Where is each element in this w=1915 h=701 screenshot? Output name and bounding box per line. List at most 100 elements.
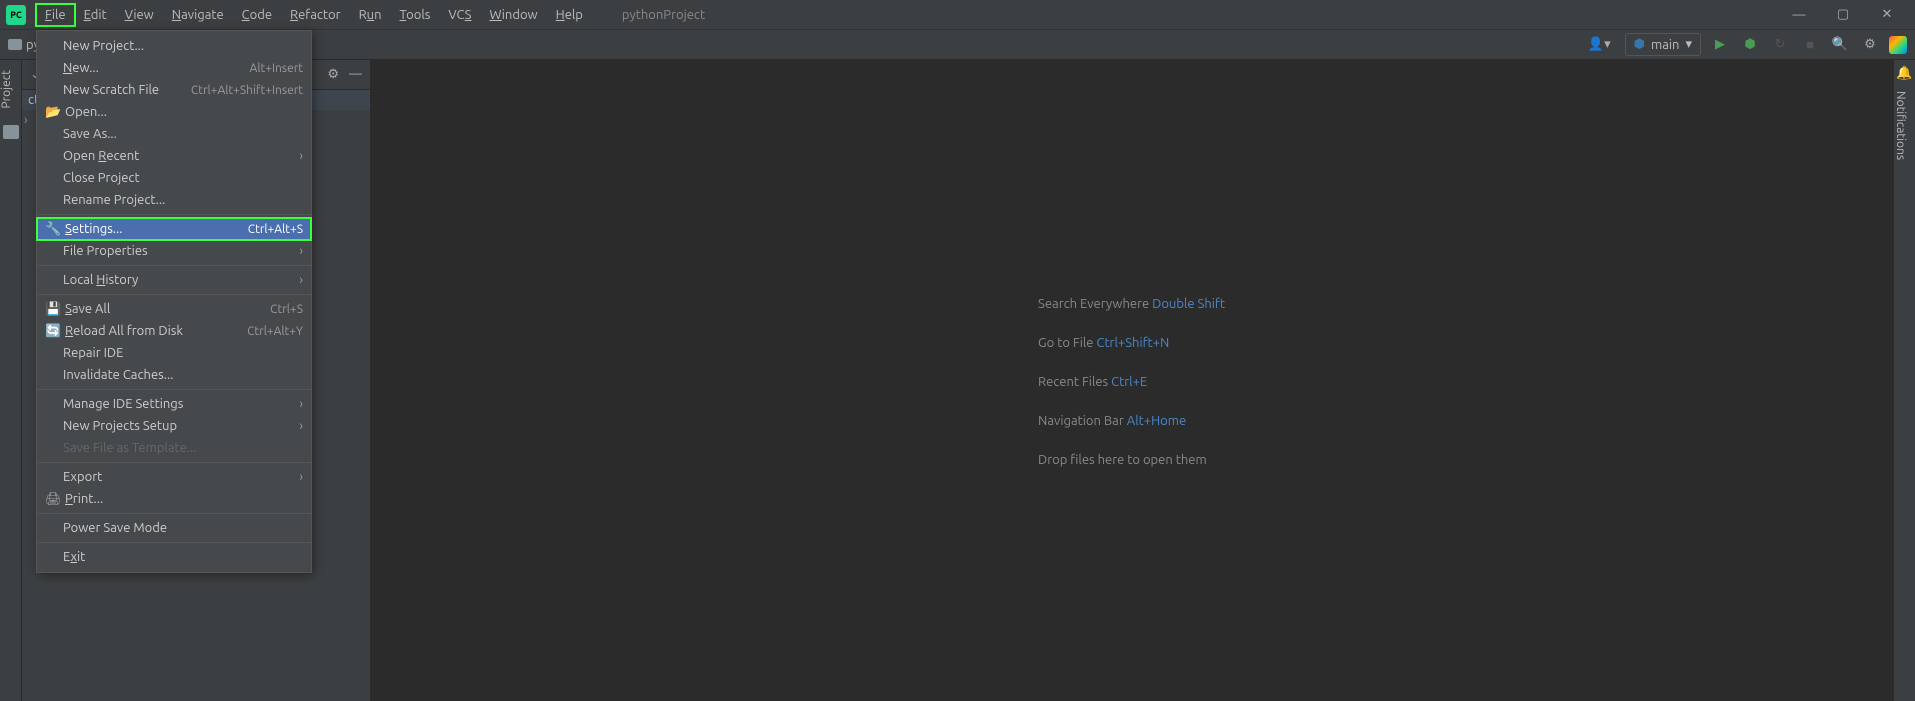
close-button[interactable]: ✕: [1879, 7, 1895, 23]
menu-edit[interactable]: Edit: [75, 4, 116, 26]
menu-item-label: Save As...: [63, 127, 303, 141]
menu-item-label: Close Project: [63, 171, 303, 185]
structure-tool-icon[interactable]: [3, 125, 19, 139]
wrench-icon: 🔧: [45, 222, 61, 237]
menu-item-open-recent[interactable]: Open Recent›: [37, 145, 311, 167]
run-configuration[interactable]: ⬢ main ▾: [1625, 33, 1701, 56]
window-controls: — ▢ ✕: [1791, 7, 1915, 23]
menu-item-reload-all-from-disk[interactable]: 🔄Reload All from DiskCtrl+Alt+Y: [37, 320, 311, 342]
menu-help[interactable]: Help: [547, 4, 592, 26]
menu-item-label: Repair IDE: [63, 346, 303, 360]
menu-item-save-file-as-template: Save File as Template...: [37, 437, 311, 459]
reload-icon: 🔄: [45, 324, 61, 339]
menu-item-shortcut: Ctrl+S: [270, 303, 303, 316]
hint-text: Go to File: [1038, 336, 1096, 350]
hint-shortcut: Ctrl+E: [1111, 375, 1147, 389]
search-button[interactable]: 🔍: [1829, 34, 1851, 56]
menu-item-save-all[interactable]: 💾Save AllCtrl+S: [37, 298, 311, 320]
notifications-icon[interactable]: 🔔: [1894, 60, 1915, 81]
menu-item-exit[interactable]: Exit: [37, 546, 311, 568]
menu-separator: [37, 389, 311, 390]
menu-navigate[interactable]: Navigate: [163, 4, 233, 26]
menu-item-repair-ide[interactable]: Repair IDE: [37, 342, 311, 364]
menubar: PC FileEditViewNavigateCodeRefactorRunTo…: [0, 0, 1915, 30]
hint-shortcut: Ctrl+Shift+N: [1096, 336, 1169, 350]
menu-item-rename-project[interactable]: Rename Project...: [37, 189, 311, 211]
menu-tools[interactable]: Tools: [391, 4, 440, 26]
menu-item-power-save-mode[interactable]: Power Save Mode: [37, 517, 311, 539]
menu-item-shortcut: Ctrl+Alt+S: [248, 223, 303, 236]
menu-item-print[interactable]: 🖨 Print...: [37, 488, 311, 510]
hint-text: Navigation Bar: [1038, 414, 1127, 428]
run-config-name: main: [1651, 38, 1679, 52]
editor-hint: Recent Files Ctrl+E: [1038, 372, 1225, 389]
menu-item-invalidate-caches[interactable]: Invalidate Caches...: [37, 364, 311, 386]
tool-settings-icon[interactable]: ⚙: [327, 67, 339, 82]
users-icon[interactable]: 👤▾: [1588, 37, 1611, 52]
menu-item-label: New Projects Setup: [63, 419, 299, 433]
menu-item-label: Print...: [65, 492, 303, 506]
editor-hint: Go to File Ctrl+Shift+N: [1038, 333, 1225, 350]
settings-button[interactable]: ⚙: [1859, 34, 1881, 56]
right-tool-rail: 🔔 Notifications: [1893, 60, 1915, 701]
menu-item-local-history[interactable]: Local History›: [37, 269, 311, 291]
hint-text: Drop files here to open them: [1038, 453, 1207, 467]
menu-separator: [37, 513, 311, 514]
menu-separator: [37, 462, 311, 463]
menu-item-save-as[interactable]: Save As...: [37, 123, 311, 145]
print-icon: 🖨: [45, 492, 61, 507]
menu-item-manage-ide-settings[interactable]: Manage IDE Settings›: [37, 393, 311, 415]
chevron-right-icon: ›: [24, 113, 28, 127]
menu-separator: [37, 542, 311, 543]
menu-item-label: Open Recent: [63, 149, 299, 163]
menu-item-label: New Project...: [63, 39, 303, 53]
menu-item-label: Rename Project...: [63, 193, 303, 207]
stop-button[interactable]: ■: [1799, 34, 1821, 56]
menu-item-new[interactable]: New...Alt+Insert: [37, 57, 311, 79]
menu-item-open[interactable]: 📂Open...: [37, 101, 311, 123]
python-icon: ⬢: [1634, 37, 1645, 52]
menu-code[interactable]: Code: [233, 4, 281, 26]
submenu-arrow-icon: ›: [299, 273, 303, 287]
menu-separator: [37, 294, 311, 295]
menu-view[interactable]: View: [116, 4, 163, 26]
menu-item-label: Export: [63, 470, 299, 484]
save-icon: 💾: [45, 302, 61, 317]
run-with-coverage-button[interactable]: ↻: [1769, 34, 1791, 56]
menu-item-settings[interactable]: 🔧Settings...Ctrl+Alt+S: [37, 218, 311, 240]
submenu-arrow-icon: ›: [299, 419, 303, 433]
menu-item-export[interactable]: Export›: [37, 466, 311, 488]
menu-window[interactable]: Window: [480, 4, 546, 26]
menu-item-new-scratch-file[interactable]: New Scratch FileCtrl+Alt+Shift+Insert: [37, 79, 311, 101]
app-icon: PC: [6, 5, 26, 25]
maximize-button[interactable]: ▢: [1835, 7, 1851, 23]
menu-item-label: Save File as Template...: [63, 441, 303, 455]
menu-run[interactable]: Run: [350, 4, 391, 26]
hint-shortcut: Double Shift: [1152, 297, 1225, 311]
hint-shortcut: Alt+Home: [1127, 414, 1186, 428]
run-button[interactable]: ▶: [1709, 34, 1731, 56]
menu-item-close-project[interactable]: Close Project: [37, 167, 311, 189]
menu-refactor[interactable]: Refactor: [281, 4, 350, 26]
menu-item-file-properties[interactable]: File Properties›: [37, 240, 311, 262]
menu-vcs[interactable]: VCS: [439, 4, 480, 26]
menu-separator: [37, 265, 311, 266]
code-with-me-icon[interactable]: [1889, 36, 1907, 54]
minimize-button[interactable]: —: [1791, 7, 1807, 23]
menu-item-new-projects-setup[interactable]: New Projects Setup›: [37, 415, 311, 437]
left-tool-rail: Project: [0, 60, 22, 701]
menu-item-label: Open...: [65, 105, 303, 119]
menu-item-label: Manage IDE Settings: [63, 397, 299, 411]
menu-item-label: Exit: [63, 550, 303, 564]
hint-text: Search Everywhere: [1038, 297, 1152, 311]
tool-hide-icon[interactable]: —: [349, 67, 362, 82]
editor-hint: Navigation Bar Alt+Home: [1038, 411, 1225, 428]
menu-item-new-project[interactable]: New Project...: [37, 35, 311, 57]
menu-file[interactable]: File: [36, 4, 75, 26]
editor-empty-state[interactable]: Search Everywhere Double Shift Go to File…: [370, 60, 1893, 701]
notifications-tool-button[interactable]: Notifications: [1894, 81, 1907, 170]
menu-item-label: New Scratch File: [63, 83, 191, 97]
debug-button[interactable]: ⬢: [1739, 34, 1761, 56]
menu-item-label: Invalidate Caches...: [63, 368, 303, 382]
project-tool-button[interactable]: Project: [0, 60, 13, 119]
